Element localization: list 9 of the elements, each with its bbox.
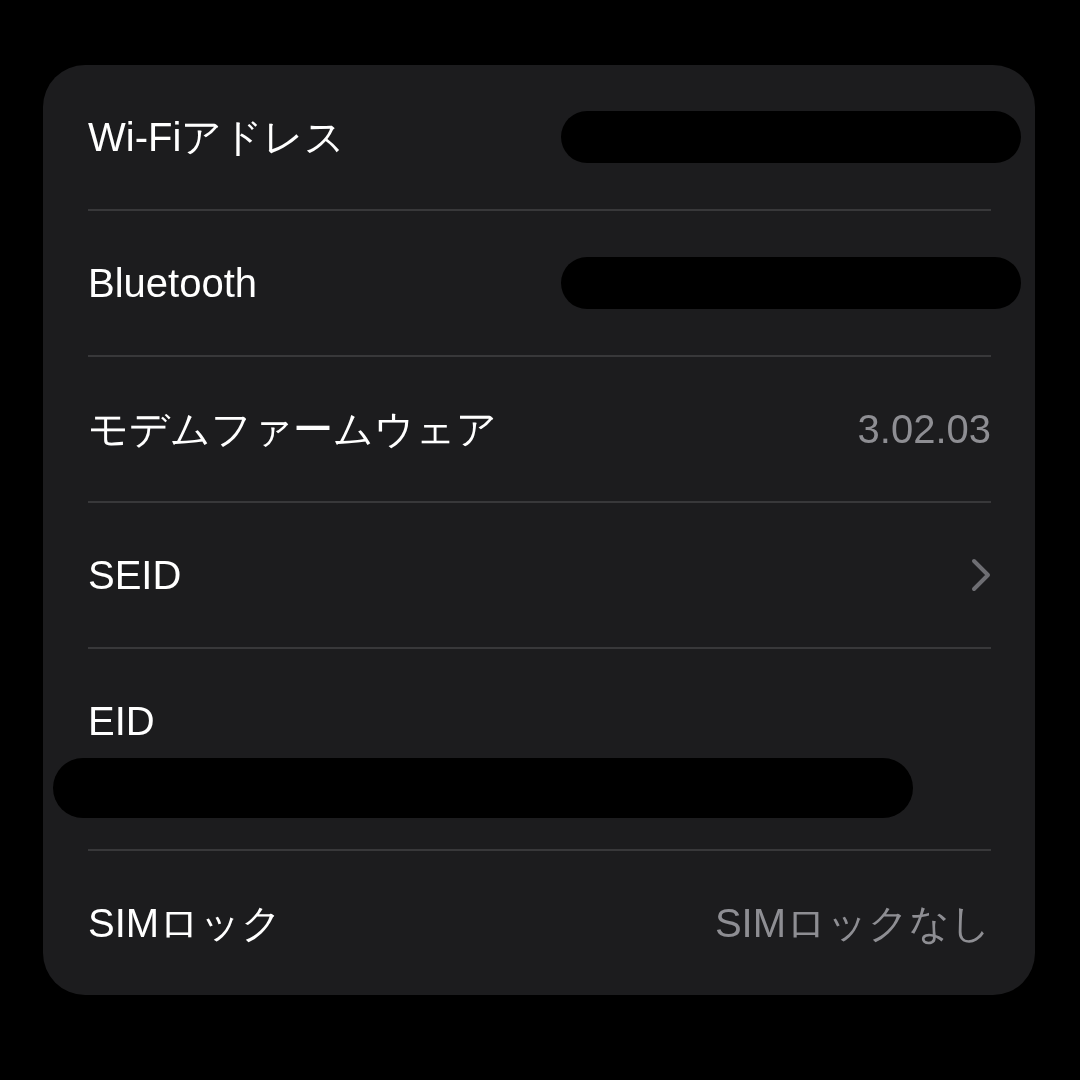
row-value: SIMロックなし	[714, 899, 991, 947]
row-label: Wi-Fiアドレス	[88, 113, 346, 161]
chevron-icon[interactable]	[971, 558, 991, 592]
row-label: SIMロック	[88, 899, 283, 947]
row-label: モデムファームウェア	[88, 405, 497, 453]
row-label: Bluetooth	[88, 260, 258, 306]
row-label: EID	[88, 699, 155, 744]
row-value: 3.02.03	[857, 406, 991, 452]
row-label: SEID	[88, 552, 182, 598]
